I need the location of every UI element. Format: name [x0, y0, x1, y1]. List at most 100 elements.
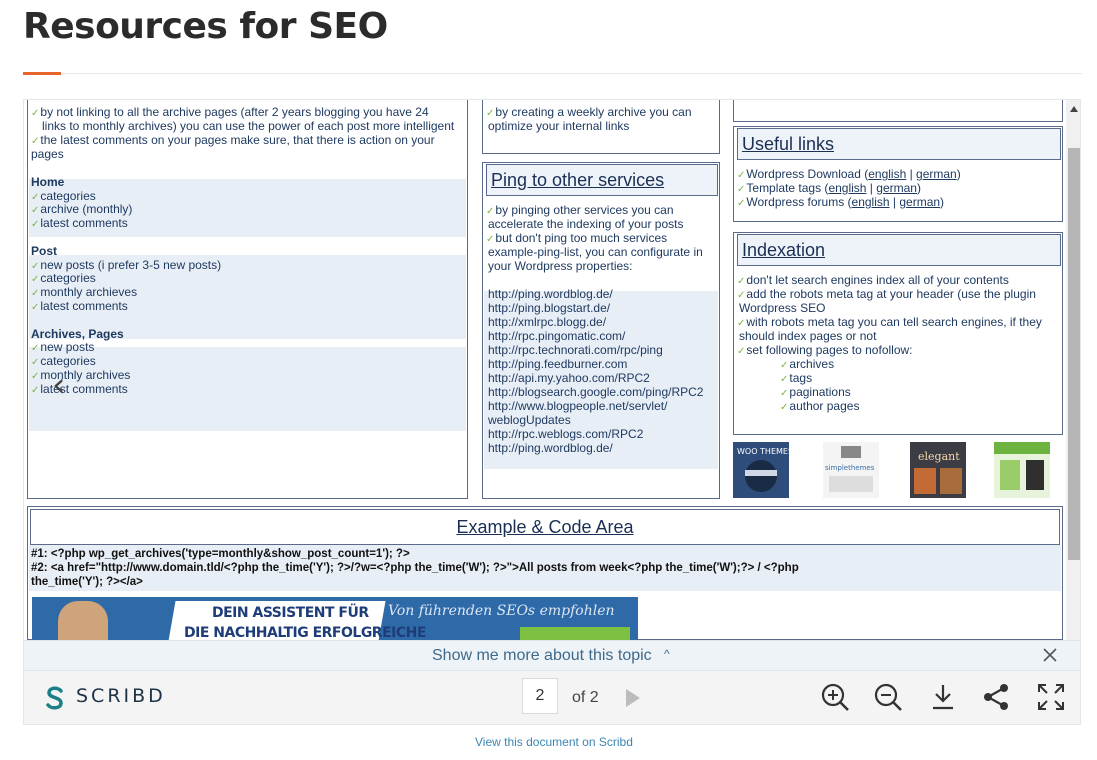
woo-themes-label: WOO THEMES	[737, 447, 789, 456]
page-title: Resources for SEO	[23, 6, 388, 47]
green-theme-thumb-art	[994, 442, 1050, 498]
ping-url: http://ping.wordblog.de/	[488, 441, 613, 455]
useful-link-item: ✓Wordpress forums (english | german)	[737, 195, 945, 209]
list-item: ✓latest comments	[31, 382, 128, 396]
check-icon: ✓	[486, 234, 495, 245]
ping-title: Ping to other services	[486, 164, 718, 196]
section-heading-home: Home	[31, 175, 65, 189]
check-icon: ✓	[31, 288, 40, 299]
german-link[interactable]: german	[899, 195, 940, 209]
ping-url: http://rpc.pingomatic.com/	[488, 329, 626, 343]
ping-url: http://xmlrpc.blogg.de/	[488, 315, 607, 329]
ad-line-2: DIE NACHHALTIG ERFOLGREICHE	[184, 625, 426, 640]
ping-text-5: your Wordpress properties:	[488, 259, 633, 273]
check-icon: ✓	[486, 206, 495, 217]
check-icon: ✓	[31, 357, 40, 368]
check-icon: ✓	[737, 184, 746, 195]
indexation-item: Wordpress SEO	[739, 301, 826, 315]
middle-line-2: optimize your internal links	[488, 119, 630, 133]
show-more-topic-link[interactable]: Show me more about this topic	[432, 647, 652, 665]
ping-url: http://rpc.weblogs.com/RPC2	[488, 427, 644, 441]
vertical-scrollbar[interactable]	[1066, 100, 1080, 640]
german-link[interactable]: german	[916, 167, 957, 181]
right-top-box	[733, 100, 1063, 122]
indexation-item: should index pages or not	[739, 329, 877, 343]
ping-text-2: accelerate the indexing of your posts	[488, 217, 684, 231]
green-theme-thumb[interactable]	[994, 442, 1050, 498]
elegant-themes-thumb[interactable]: elegant	[910, 442, 966, 498]
download-icon[interactable]	[927, 681, 959, 713]
check-icon: ✓	[31, 274, 40, 285]
ping-url: http://api.my.yahoo.com/RPC2	[488, 371, 650, 385]
page-number-input[interactable]: 2	[522, 678, 558, 714]
ad-line-1: DEIN ASSISTENT FÜR	[212, 605, 369, 621]
woo-themes-thumb[interactable]: WOO THEMES	[733, 442, 793, 498]
code-line-2: #2: <a href="http://www.domain.tld/<?php…	[31, 562, 799, 574]
ping-text-4: example-ping-list, you can configurate i…	[488, 245, 703, 259]
zoom-out-icon[interactable]	[872, 681, 904, 713]
check-icon: ✓	[31, 136, 40, 147]
advertisement-banner[interactable]: DEIN ASSISTENT FÜR DIE NACHHALTIG ERFOLG…	[32, 597, 638, 640]
scrollbar-thumb[interactable]	[1068, 148, 1080, 560]
code-line-1: #1: <?php wp_get_archives('type=monthly&…	[31, 548, 410, 560]
show-more-bar: Show me more about this topic ^	[24, 640, 1080, 671]
middle-top-box: ✓by creating a weekly archive you can op…	[482, 100, 720, 154]
simple-themes-thumb-art: simplethemes	[823, 442, 879, 498]
example-title: Example & Code Area	[30, 509, 1060, 545]
viewer-toolbar: SCRIBD 2 of 2	[24, 671, 1080, 724]
useful-links-title: Useful links	[737, 128, 1061, 160]
indexation-title: Indexation	[737, 234, 1061, 266]
ping-url: http://ping.blogstart.de/	[488, 301, 611, 315]
check-icon: ✓	[780, 360, 789, 371]
check-icon: ✓	[31, 108, 40, 119]
previous-page-arrow-icon[interactable]: ‹	[52, 368, 66, 402]
intro-line-4: pages	[31, 147, 64, 161]
check-icon: ✓	[737, 290, 746, 301]
ping-url: http://blogsearch.google.com/ping/RPC2	[488, 385, 704, 399]
left-column: ✓by not linking to all the archive pages…	[27, 100, 468, 499]
share-icon[interactable]	[980, 681, 1012, 713]
english-link[interactable]: english	[852, 195, 890, 209]
scroll-up-arrow-icon[interactable]	[1070, 106, 1078, 112]
document-page[interactable]: ✓by not linking to all the archive pages…	[24, 100, 1066, 640]
scribd-brand[interactable]: SCRIBD	[76, 685, 166, 707]
german-link[interactable]: german	[876, 181, 917, 195]
indexation-subitem: ✓author pages	[780, 399, 860, 413]
english-link[interactable]: english	[868, 167, 906, 181]
title-divider	[23, 73, 1082, 74]
fullscreen-icon[interactable]	[1035, 681, 1067, 713]
next-page-icon[interactable]	[626, 689, 640, 707]
intro-line-3: ✓the latest comments on your pages make …	[31, 133, 435, 147]
section-heading-archives: Archives, Pages	[31, 327, 124, 341]
title-accent-bar	[23, 72, 61, 75]
simple-themes-label: simplethemes	[825, 464, 875, 472]
check-icon: ✓	[31, 302, 40, 313]
ping-box: Ping to other services ✓by pinging other…	[482, 162, 720, 499]
useful-links-box: Useful links ✓Wordpress Download (englis…	[733, 126, 1063, 222]
elegant-themes-label: elegant	[918, 450, 960, 463]
indexation-box: Indexation ✓don't let search engines ind…	[733, 232, 1063, 435]
check-icon: ✓	[31, 205, 40, 216]
page-count: of 2	[572, 689, 599, 706]
check-icon: ✓	[31, 343, 40, 354]
view-on-scribd-link[interactable]: View this document on Scribd	[475, 735, 633, 749]
ad-script: Von führenden SEOs empfohlen	[388, 603, 615, 619]
check-icon: ✓	[780, 388, 789, 399]
simple-themes-thumb[interactable]: simplethemes	[823, 442, 879, 498]
check-icon: ✓	[31, 385, 40, 396]
example-code-area: Example & Code Area #1: <?php wp_get_arc…	[27, 506, 1063, 640]
ping-url: http://ping.wordblog.de/	[488, 287, 613, 301]
elegant-themes-thumb-art: elegant	[910, 442, 966, 498]
scribd-logo-icon[interactable]	[44, 686, 66, 710]
ad-cta	[520, 627, 630, 640]
check-icon: ✓	[31, 371, 40, 382]
english-link[interactable]: english	[828, 181, 866, 195]
ping-url: http://www.blogpeople.net/servlet/	[488, 399, 668, 413]
close-icon[interactable]	[1041, 646, 1059, 664]
chevron-up-icon[interactable]: ^	[664, 647, 670, 661]
list-item: ✓latest comments	[31, 299, 128, 313]
section-heading-post: Post	[31, 244, 58, 258]
list-item: ✓latest comments	[31, 216, 128, 230]
check-icon: ✓	[780, 374, 789, 385]
zoom-in-icon[interactable]	[819, 681, 851, 713]
